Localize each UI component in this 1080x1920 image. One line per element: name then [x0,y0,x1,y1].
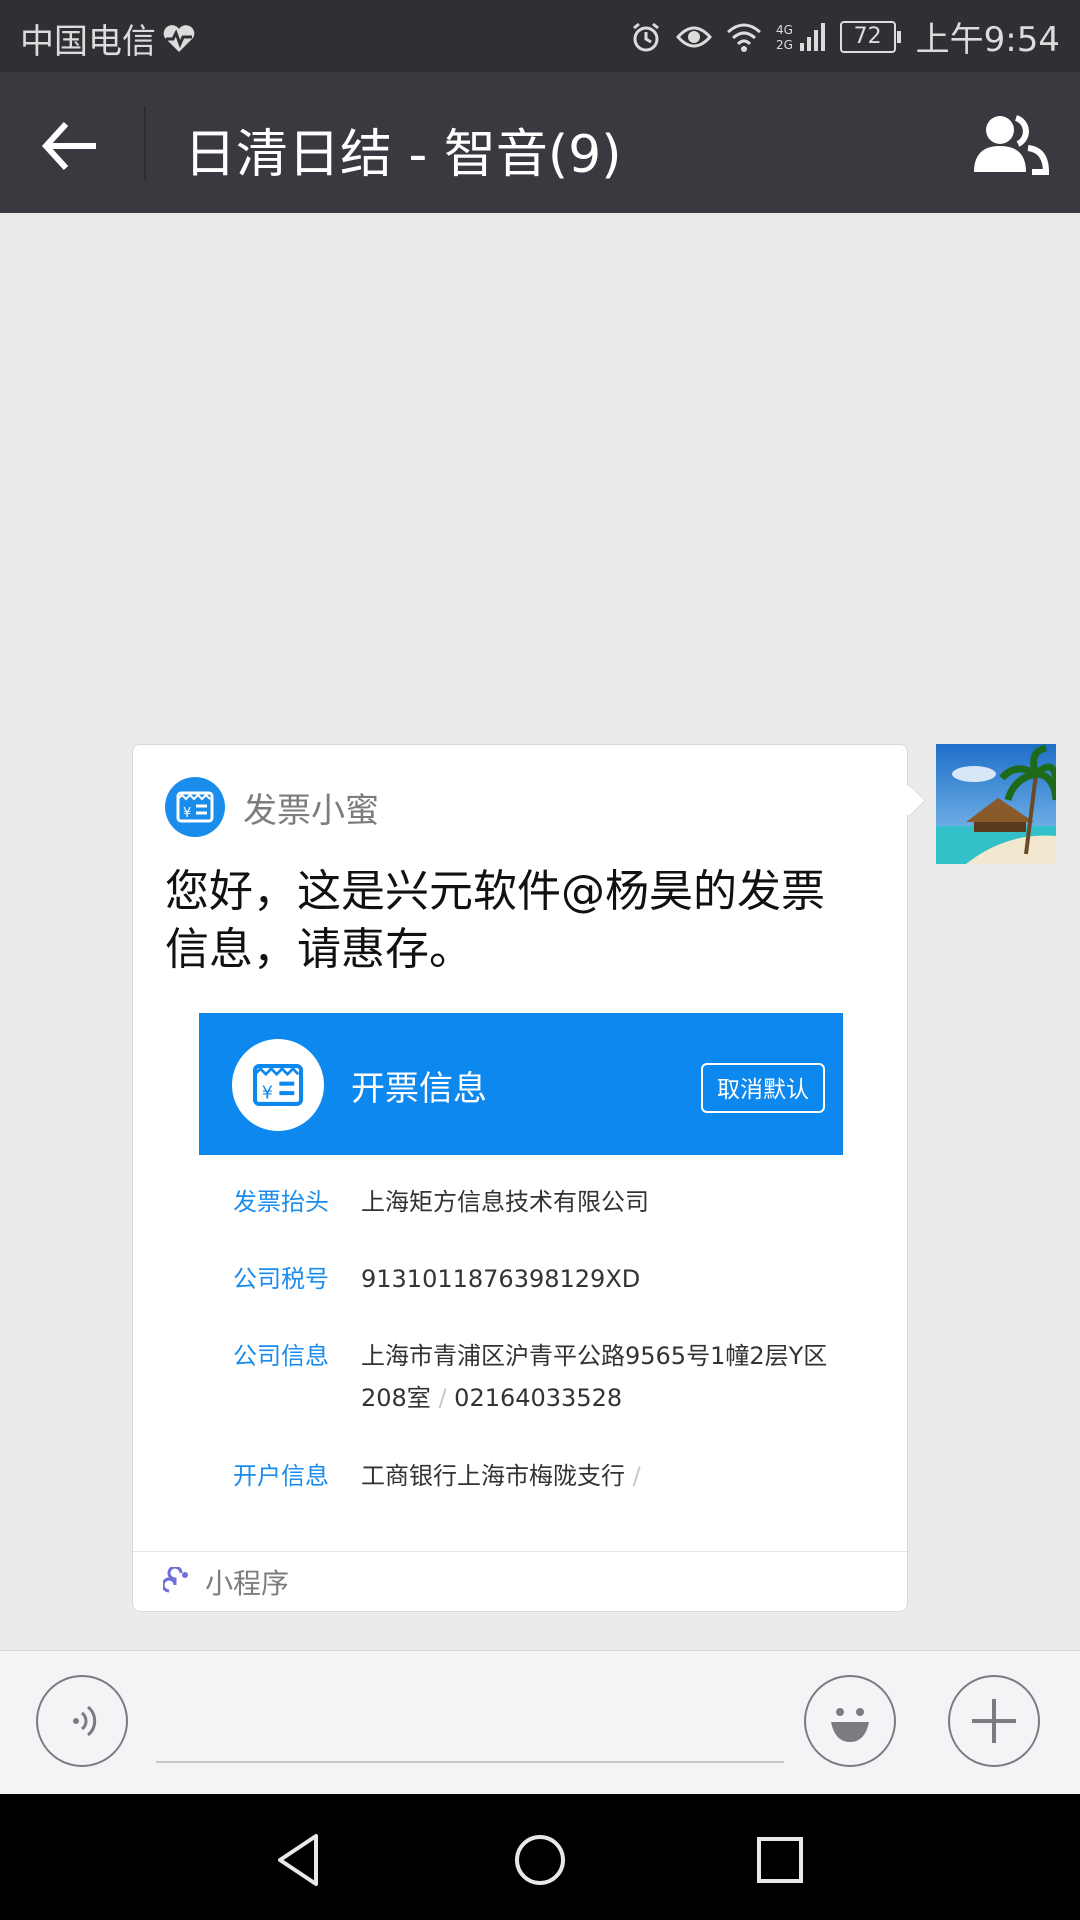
info-row-bank-info: 开户信息 工商银行上海市梅陇支行 / [233,1455,831,1497]
info-value-group: 上海市青浦区沪青平公路9565号1幢2层Y区208室 / 02164033528 [361,1335,831,1419]
eye-icon [675,26,712,47]
info-label: 公司信息 [233,1342,329,1370]
mini-program-footer: 小程序 [133,1551,907,1611]
carrier-group: 中国电信 [20,14,196,63]
voice-button[interactable] [36,1675,128,1767]
emoji-button[interactable] [804,1675,896,1767]
mini-program-label: 小程序 [205,1566,290,1600]
group-members-icon[interactable] [966,112,1050,176]
signal-4g-2g-icon: 4G 2G [776,22,825,52]
sender-avatar[interactable] [936,744,1056,864]
bank-name: 工商银行上海市梅陇支行 [361,1462,625,1490]
info-label: 公司税号 [233,1265,329,1293]
info-value: 9131011876398129XD [361,1265,641,1293]
avatar-image [936,744,1056,864]
separator: / [632,1462,641,1490]
status-bar: 中国电信 4G 2G 72 上午9:54 [0,0,1080,72]
app-name: 发票小蜜 [243,790,379,831]
mini-program-message[interactable]: ¥ 发票小蜜 您好，这是兴元软件@杨昊的发票信息，请惠存。 ¥ 开票信息 取消默… [132,744,908,1612]
more-button[interactable] [948,1675,1040,1767]
heart-pulse-icon [163,24,195,52]
clock: 上午9:54 [915,20,1060,60]
chat-title: 日清日结 - 智音(9) [184,125,622,185]
message-input[interactable] [156,1683,784,1763]
svg-text:¥: ¥ [183,806,191,821]
info-label: 开户信息 [233,1462,329,1490]
input-bar [0,1650,1080,1795]
invoice-card-header: ¥ 开票信息 取消默认 [199,1013,843,1155]
svg-text:2G: 2G [776,38,793,52]
battery-icon: 72 [839,20,901,53]
info-value: 上海矩方信息技术有限公司 [361,1188,649,1216]
app-info: ¥ 发票小蜜 [165,777,379,837]
nav-home-icon[interactable] [510,1830,570,1890]
nav-recents-icon[interactable] [750,1830,810,1890]
info-row-invoice-title: 发票抬头 上海矩方信息技术有限公司 [233,1181,831,1223]
status-icons: 4G 2G 72 上午9:54 [630,12,1060,61]
nav-back-icon[interactable] [270,1830,330,1890]
separator: / [438,1384,455,1412]
plus-icon [972,1699,1016,1743]
mini-program-icon [163,1566,188,1592]
alarm-icon [632,22,659,51]
invoice-card-preview: ¥ 开票信息 取消默认 发票抬头 上海矩方信息技术有限公司 公司税号 91310… [199,1013,843,1553]
invoice-icon: ¥ [232,1039,324,1131]
title-divider [144,106,146,180]
voice-icon [73,1705,97,1737]
message-text: 您好，这是兴元软件@杨昊的发票信息，请惠存。 [165,866,825,975]
info-label: 发票抬头 [233,1188,329,1216]
carrier-name: 中国电信 [20,22,156,62]
system-nav-bar [0,1794,1080,1920]
svg-text:4G: 4G [776,23,793,37]
info-row-company-info: 公司信息 上海市青浦区沪青平公路9565号1幢2层Y区208室 / 021640… [233,1335,831,1419]
info-row-tax-number: 公司税号 9131011876398129XD [233,1258,831,1300]
cancel-default-button: 取消默认 [701,1063,825,1113]
back-arrow-icon[interactable] [36,110,108,182]
info-value-group: 工商银行上海市梅陇支行 / [361,1455,831,1497]
wifi-icon [726,23,761,52]
chat-header: 日清日结 - 智音(9) [0,72,1080,213]
company-phone: 02164033528 [454,1384,623,1412]
invoice-card-title: 开票信息 [351,1069,487,1109]
emoji-icon [831,1708,869,1742]
invoice-app-logo-icon: ¥ [165,777,225,837]
svg-text:¥: ¥ [262,1084,273,1104]
